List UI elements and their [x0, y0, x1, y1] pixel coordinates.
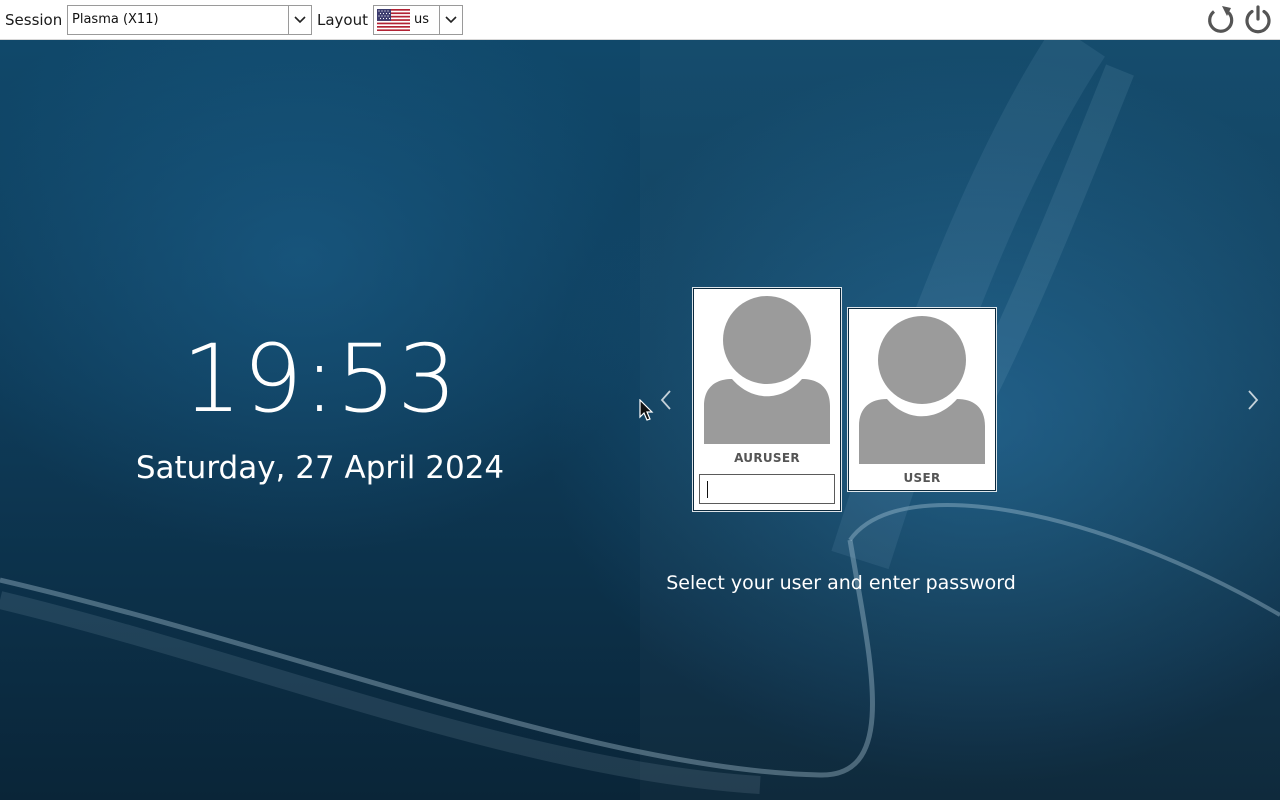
chevron-right-icon[interactable]	[1245, 388, 1261, 412]
clock-date: Saturday, 27 April 2024	[135, 450, 505, 486]
reboot-icon[interactable]	[1205, 4, 1237, 36]
top-bar: Session Plasma (X11) Layout us	[0, 0, 1280, 40]
session-select[interactable]: Plasma (X11)	[67, 5, 312, 35]
power-icon[interactable]	[1242, 4, 1274, 36]
layout-label: Layout	[317, 11, 368, 29]
clock-time: 19:53	[182, 325, 458, 434]
us-flag-icon	[377, 9, 410, 31]
chevron-left-icon[interactable]	[658, 388, 674, 412]
user-avatar-icon	[859, 314, 985, 464]
user-avatar-icon	[704, 294, 830, 444]
layout-select[interactable]: us	[373, 5, 463, 35]
login-hint: Select your user and enter password	[666, 572, 1016, 594]
user-name: AURUSER	[734, 451, 800, 465]
user-card-user[interactable]: USER	[848, 308, 996, 491]
session-label: Session	[5, 11, 63, 29]
session-select-value: Plasma (X11)	[72, 12, 159, 27]
chevron-down-icon[interactable]	[439, 6, 462, 34]
layout-select-value: us	[414, 12, 430, 27]
chevron-down-icon[interactable]	[288, 6, 311, 34]
mouse-cursor-icon	[639, 399, 654, 421]
user-name: USER	[903, 471, 941, 485]
password-input[interactable]	[699, 474, 835, 504]
user-card-auruser[interactable]: AURUSER	[693, 288, 841, 511]
text-caret	[707, 481, 708, 498]
